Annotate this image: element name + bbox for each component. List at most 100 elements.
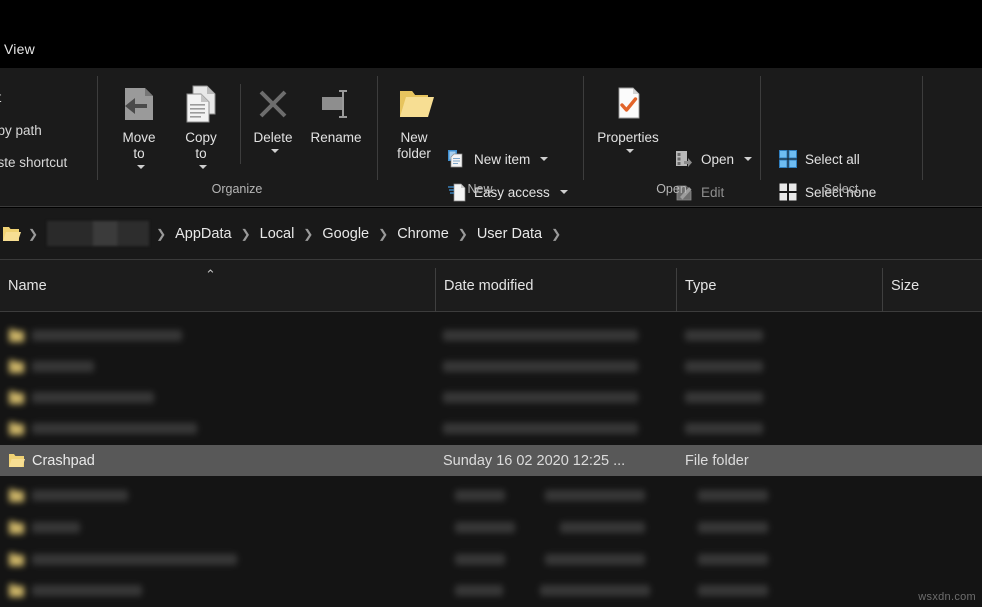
list-item[interactable] (0, 351, 982, 382)
redacted-type (698, 522, 768, 533)
copy-to-button[interactable]: Copy to (168, 78, 234, 173)
column-header-size[interactable]: Size (883, 260, 982, 312)
ribbon-divider (922, 76, 923, 180)
redacted-type (685, 361, 763, 372)
select-all-icon (778, 149, 798, 169)
redacted-name (32, 361, 94, 372)
group-label-select: Select (823, 182, 859, 196)
new-item-caret-icon[interactable] (540, 157, 549, 161)
ribbon-divider (377, 76, 378, 180)
new-folder-icon (383, 78, 445, 130)
redacted-date2 (560, 522, 645, 533)
folder-icon (8, 389, 25, 405)
breadcrumb-separator-icon: ❯ (240, 226, 251, 241)
column-header-type[interactable]: Type (677, 260, 882, 312)
delete-button[interactable]: Delete (240, 78, 306, 158)
tab-view[interactable]: View (4, 41, 35, 57)
folder-icon (8, 582, 25, 598)
redacted-name (32, 330, 182, 341)
redacted-name (32, 522, 80, 533)
copy-to-caret[interactable] (168, 161, 234, 173)
rename-label: Rename (310, 130, 362, 145)
folder-icon (8, 551, 25, 567)
group-label-organize: Organize (211, 182, 263, 196)
column-header-date-modified[interactable]: Date modified (436, 260, 676, 312)
redacted-type (698, 490, 768, 501)
list-item[interactable] (0, 512, 982, 543)
ribbon: ut opy path aste shortcut Move to (0, 68, 982, 235)
breadcrumb-separator-icon: ❯ (457, 226, 468, 241)
move-to-button[interactable]: Move to (106, 78, 172, 173)
redacted-type (685, 392, 763, 403)
properties-icon (593, 78, 663, 130)
delete-caret[interactable] (240, 146, 306, 158)
folder-icon (8, 452, 25, 468)
breadcrumb-appdata[interactable]: AppData (173, 226, 233, 242)
redacted-date (443, 330, 638, 341)
breadcrumb-redacted-segment[interactable] (47, 221, 150, 246)
breadcrumb-separator-icon: ❯ (156, 226, 167, 241)
rename-icon (303, 78, 369, 130)
move-to-caret[interactable] (106, 161, 172, 173)
new-item-button[interactable]: New item (447, 149, 549, 169)
redacted-date (455, 554, 505, 565)
new-item-icon (447, 149, 467, 169)
breadcrumb-chrome[interactable]: Chrome (395, 226, 451, 242)
list-item[interactable] (0, 320, 982, 351)
address-bar[interactable]: ❯ ❯ AppData ❯ Local ❯ Google ❯ Chrome ❯ … (0, 208, 982, 260)
redacted-date (443, 361, 638, 372)
copy-path-button[interactable]: opy path (0, 123, 42, 138)
folder-icon (8, 358, 25, 374)
redacted-name (32, 490, 128, 501)
redacted-date2 (540, 585, 650, 596)
folder-icon (8, 327, 25, 343)
breadcrumb-separator-icon: ❯ (303, 226, 314, 241)
redacted-date (455, 490, 505, 501)
file-explorer-window: View ut opy path aste shortcut Move to (0, 0, 982, 607)
list-item[interactable] (0, 382, 982, 413)
column-header-row: ⌃ Name Date modified Type Size (0, 260, 982, 312)
new-folder-button[interactable]: New folder (383, 78, 445, 161)
redacted-name (32, 392, 154, 403)
group-label-new: New (467, 182, 493, 196)
site-watermark: wsxdn.com (918, 591, 976, 603)
cut-button[interactable]: ut (0, 90, 1, 105)
open-caret-icon[interactable] (744, 157, 753, 161)
open-button[interactable]: Open (674, 149, 753, 169)
redacted-name (32, 423, 197, 434)
folder-icon (8, 487, 25, 503)
list-item[interactable] (0, 413, 982, 444)
list-item[interactable] (0, 575, 982, 606)
breadcrumb-google[interactable]: Google (320, 226, 371, 242)
window-tabstrip: View (0, 0, 982, 68)
type-cell: File folder (685, 452, 749, 469)
column-header-name[interactable]: Name (0, 260, 435, 312)
properties-button[interactable]: Properties (593, 78, 663, 158)
delete-icon (240, 78, 306, 130)
paste-shortcut-button[interactable]: aste shortcut (0, 155, 67, 170)
new-item-label: New item (474, 151, 531, 167)
rename-button[interactable]: Rename (303, 78, 369, 146)
ribbon-divider (583, 76, 584, 180)
redacted-date2 (545, 554, 645, 565)
open-label: Open (701, 151, 735, 167)
folder-icon (8, 420, 25, 436)
breadcrumb-separator-icon: ❯ (551, 226, 562, 241)
list-item[interactable] (0, 544, 982, 575)
copy-to-label: Copy to (185, 130, 217, 161)
select-all-label: Select all (805, 151, 860, 167)
redacted-type (698, 554, 768, 565)
select-all-button[interactable]: Select all (778, 149, 860, 169)
folder-icon (8, 519, 25, 535)
breadcrumb-user-data[interactable]: User Data (475, 226, 544, 242)
file-list[interactable]: Crashpad Sunday 16 02 2020 12:25 ... Fil… (0, 312, 982, 607)
move-to-label: Move to (122, 130, 156, 161)
table-row-crashpad[interactable]: Crashpad Sunday 16 02 2020 12:25 ... Fil… (0, 445, 982, 476)
breadcrumb-local[interactable]: Local (258, 226, 297, 242)
list-item[interactable] (0, 480, 982, 511)
breadcrumb-separator-icon: ❯ (378, 226, 389, 241)
redacted-name (32, 585, 142, 596)
properties-caret[interactable] (593, 146, 663, 158)
properties-label: Properties (597, 130, 659, 145)
redacted-name (32, 554, 237, 565)
